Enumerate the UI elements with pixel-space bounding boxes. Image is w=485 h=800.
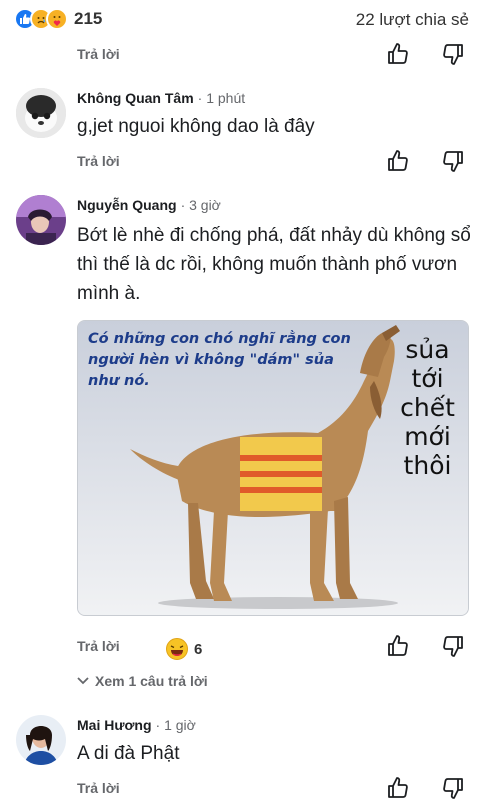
avatar[interactable] — [16, 195, 66, 245]
comment-item: Nguyễn Quang · 3 giờ Bớt lè nhè đi chống … — [0, 195, 485, 320]
comment-item: Mai Hương · 1 giờ A di đà Phật — [0, 715, 485, 775]
comment-time: · 1 phút — [197, 90, 246, 106]
reply-button[interactable]: Trả lời — [77, 153, 120, 169]
comment-time: · 1 giờ — [155, 717, 196, 733]
comment-image[interactable]: Có những con chó nghĩ rằng con người hèn… — [77, 320, 469, 616]
reply-button[interactable]: Trả lời — [77, 780, 120, 796]
thumbs-up-icon[interactable] — [386, 634, 410, 658]
comment-header: Nguyễn Quang · 3 giờ — [77, 197, 221, 213]
author-name[interactable]: Không Quan Tâm — [77, 90, 194, 106]
thumbs-down-icon[interactable] — [441, 776, 465, 800]
view-replies-button[interactable]: Xem 1 câu trả lời — [77, 673, 208, 689]
author-name[interactable]: Mai Hương — [77, 717, 152, 733]
avatar[interactable] — [16, 715, 66, 765]
thumbs-down-icon[interactable] — [441, 634, 465, 658]
comment-text: A di đà Phật — [77, 743, 180, 764]
share-count[interactable]: 22 lượt chia sẻ — [356, 10, 469, 30]
comment-text: g,jet nguoi không dao là đây — [77, 116, 315, 137]
reaction-count: 215 — [74, 9, 103, 28]
thumbs-down-icon[interactable] — [441, 149, 465, 173]
chevron-down-icon — [77, 677, 89, 685]
post-reaction-bar: 215 22 lượt chia sẻ — [0, 0, 485, 40]
reply-button[interactable]: Trả lời — [77, 638, 120, 654]
reaction-count: 6 — [194, 640, 203, 658]
thumbs-up-icon[interactable] — [386, 776, 410, 800]
image-side-text: sủa tới chết mới thôi — [400, 335, 455, 480]
post-action-row: Trả lời — [0, 40, 485, 70]
flag-patch — [240, 437, 322, 511]
reaction-summary[interactable]: 215 — [14, 8, 102, 30]
care-icon — [46, 8, 68, 30]
thumbs-up-icon[interactable] — [386, 149, 410, 173]
comment-text: Bớt lè nhè đi chống phá, đất nhảy dù khô… — [77, 225, 471, 304]
comment-action-row: Trả lời — [0, 774, 485, 800]
author-name[interactable]: Nguyễn Quang — [77, 197, 177, 213]
comment-reaction[interactable]: 6 — [166, 638, 202, 660]
comment-time: · 3 giờ — [180, 197, 221, 213]
reply-button[interactable]: Trả lời — [77, 46, 120, 62]
image-caption: Có những con chó nghĩ rằng con người hèn… — [88, 331, 351, 389]
comment-header: Không Quan Tâm · 1 phút — [77, 90, 245, 106]
thumbs-up-icon[interactable] — [386, 42, 410, 66]
view-replies-label: Xem 1 câu trả lời — [95, 673, 208, 689]
comment-action-row: Trả lời — [0, 147, 485, 177]
comment-header: Mai Hương · 1 giờ — [77, 717, 196, 733]
thumbs-down-icon[interactable] — [441, 42, 465, 66]
comment-action-row: Trả lời — [0, 632, 485, 662]
avatar[interactable] — [16, 88, 66, 138]
laughing-icon — [166, 638, 188, 660]
